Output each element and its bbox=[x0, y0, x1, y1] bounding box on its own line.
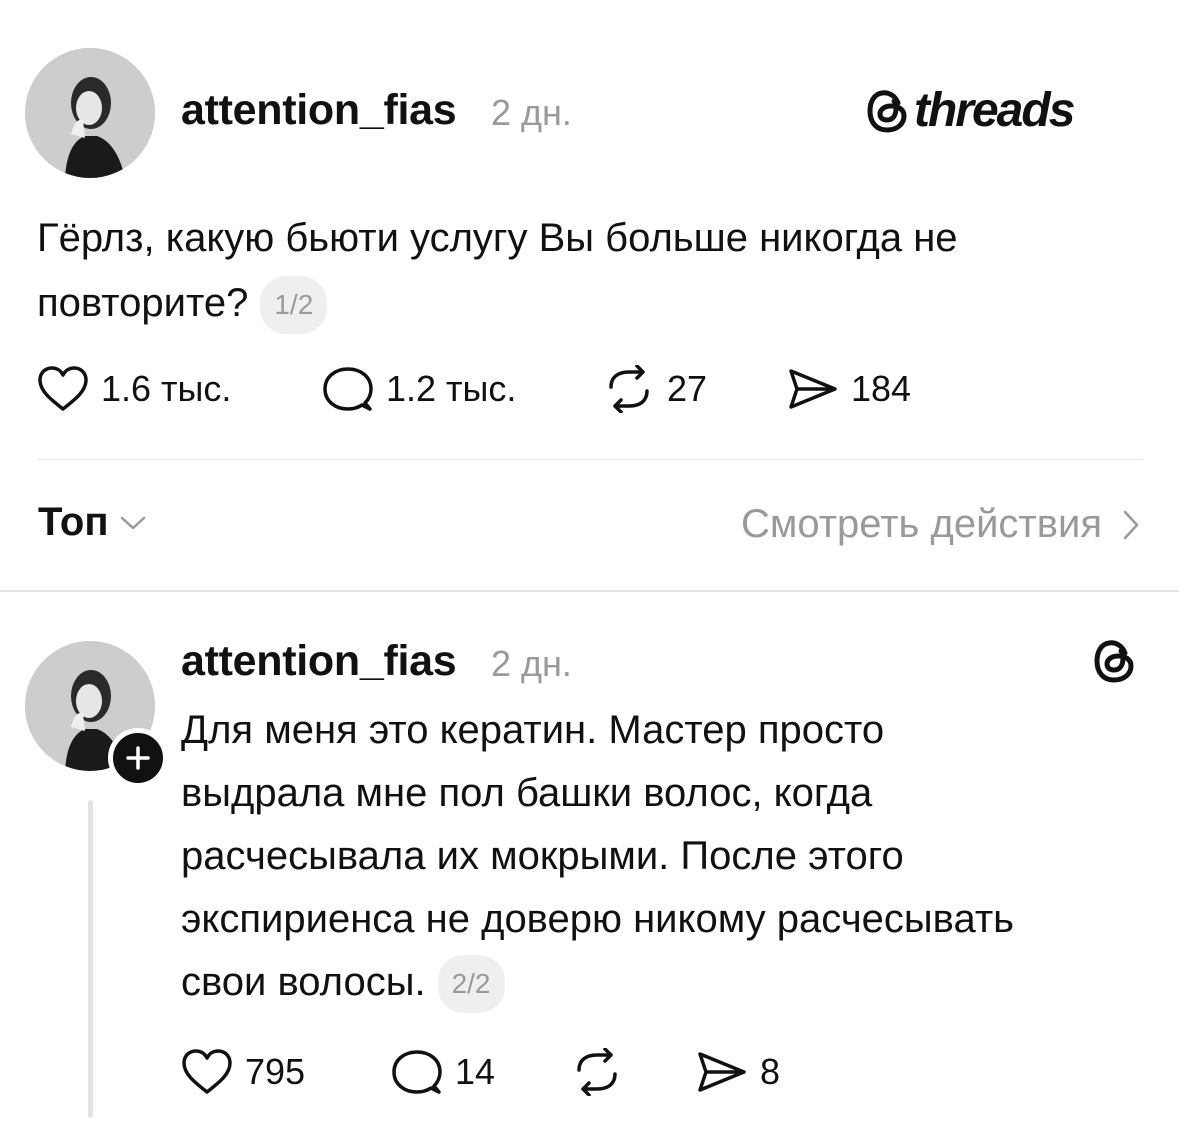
post-timestamp: 2 дн. bbox=[491, 92, 572, 133]
threads-icon bbox=[867, 89, 907, 133]
post-username[interactable]: attention_fias bbox=[181, 86, 457, 135]
page-badge: 1/2 bbox=[260, 276, 328, 335]
repost-icon bbox=[609, 365, 649, 413]
like-button[interactable]: 1.6 тыс. bbox=[37, 365, 231, 413]
repost-button[interactable] bbox=[571, 1048, 635, 1096]
share-count: 8 bbox=[760, 1051, 781, 1092]
reply-body: Для меня это кератин. Мастер просто выдр… bbox=[181, 708, 1014, 1004]
avatar-photo bbox=[25, 48, 155, 178]
share-button[interactable]: 184 bbox=[787, 365, 911, 413]
reply-username[interactable]: attention_fias bbox=[181, 637, 457, 686]
follow-button[interactable] bbox=[108, 728, 168, 788]
reply-text: Для меня это кератин. Мастер просто выдр… bbox=[181, 699, 1051, 1014]
post-text: Гёрлз, какую бьюти услугу Вы больше нико… bbox=[37, 206, 1147, 336]
reply-timestamp: 2 дн. bbox=[491, 643, 572, 684]
send-icon bbox=[698, 1052, 746, 1092]
reply-count: 14 bbox=[455, 1051, 496, 1092]
post-actions: 1.6 тыс. 1.2 тыс. 27 184 bbox=[37, 365, 1137, 417]
chevron-down-icon bbox=[120, 516, 145, 529]
divider bbox=[37, 459, 1143, 460]
view-activity-label: Смотреть действия bbox=[740, 502, 1102, 546]
comment-icon bbox=[392, 1050, 442, 1094]
repost-icon bbox=[577, 1048, 617, 1096]
reply-button[interactable]: 14 bbox=[391, 1048, 495, 1096]
reply-button[interactable]: 1.2 тыс. bbox=[322, 365, 516, 413]
send-icon bbox=[789, 369, 837, 409]
like-count: 1.6 тыс. bbox=[101, 368, 232, 409]
threads-wordmark: threads bbox=[914, 84, 1075, 137]
like-button[interactable]: 795 bbox=[181, 1048, 305, 1096]
threads-icon-button[interactable] bbox=[1093, 637, 1137, 690]
threads-logo[interactable]: threads bbox=[866, 83, 1075, 138]
repost-count: 27 bbox=[667, 368, 708, 409]
reply-count: 1.2 тыс. bbox=[386, 368, 517, 409]
post-body: Гёрлз, какую бьюти услугу Вы больше нико… bbox=[37, 216, 958, 325]
reply-actions: 795 14 8 bbox=[181, 1048, 881, 1100]
like-count: 795 bbox=[245, 1051, 306, 1092]
plus-icon bbox=[126, 746, 150, 770]
avatar[interactable] bbox=[25, 48, 155, 178]
heart-icon bbox=[38, 366, 88, 411]
comment-icon bbox=[323, 367, 373, 411]
page-badge: 2/2 bbox=[437, 955, 505, 1014]
heart-icon bbox=[182, 1049, 232, 1094]
view-activity-link[interactable]: Смотреть действия bbox=[741, 502, 1142, 547]
thread-line bbox=[88, 800, 93, 1118]
chevron-right-icon bbox=[1123, 510, 1139, 539]
sort-dropdown[interactable]: Топ bbox=[38, 500, 147, 545]
share-count: 184 bbox=[851, 368, 912, 409]
share-button[interactable]: 8 bbox=[696, 1048, 780, 1096]
section-divider bbox=[0, 590, 1179, 592]
sort-label: Топ bbox=[38, 500, 109, 544]
repost-button[interactable]: 27 bbox=[603, 365, 707, 413]
threads-icon bbox=[1094, 640, 1134, 683]
